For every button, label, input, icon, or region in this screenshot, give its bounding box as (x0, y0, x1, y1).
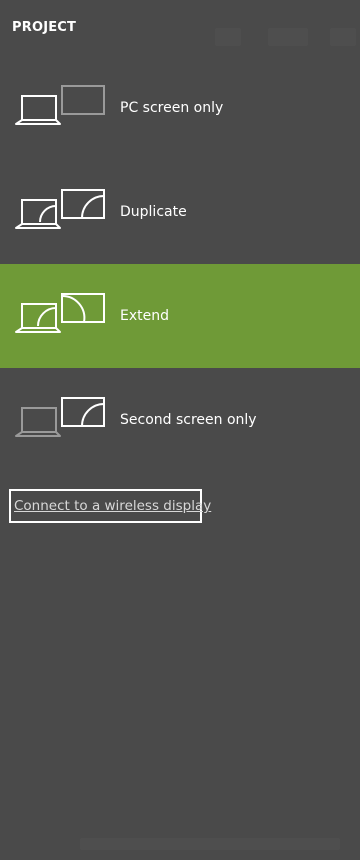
extend-icon (15, 293, 105, 333)
option-duplicate[interactable]: Duplicate (0, 160, 360, 264)
background-hint (330, 28, 356, 46)
option-extend[interactable]: Extend (0, 264, 360, 368)
background-hint (215, 28, 241, 46)
project-panel: PROJECT PC screen only Duplicate Extend … (0, 0, 360, 860)
option-pc-screen-only[interactable]: PC screen only (0, 56, 360, 160)
option-label: PC screen only (120, 100, 224, 116)
connect-wireless-display-link[interactable]: Connect to a wireless display (9, 489, 211, 523)
option-second-screen-only[interactable]: Second screen only (0, 368, 360, 472)
second-screen-only-icon (15, 397, 105, 437)
option-label: Extend (120, 308, 169, 324)
background-hint (268, 28, 308, 46)
panel-title: PROJECT (12, 20, 77, 35)
duplicate-icon (15, 189, 105, 229)
option-label: Duplicate (120, 204, 187, 220)
wireless-link-label: Connect to a wireless display (14, 498, 212, 514)
pc-screen-only-icon (15, 85, 105, 125)
background-hint (80, 838, 340, 850)
option-label: Second screen only (120, 412, 257, 428)
